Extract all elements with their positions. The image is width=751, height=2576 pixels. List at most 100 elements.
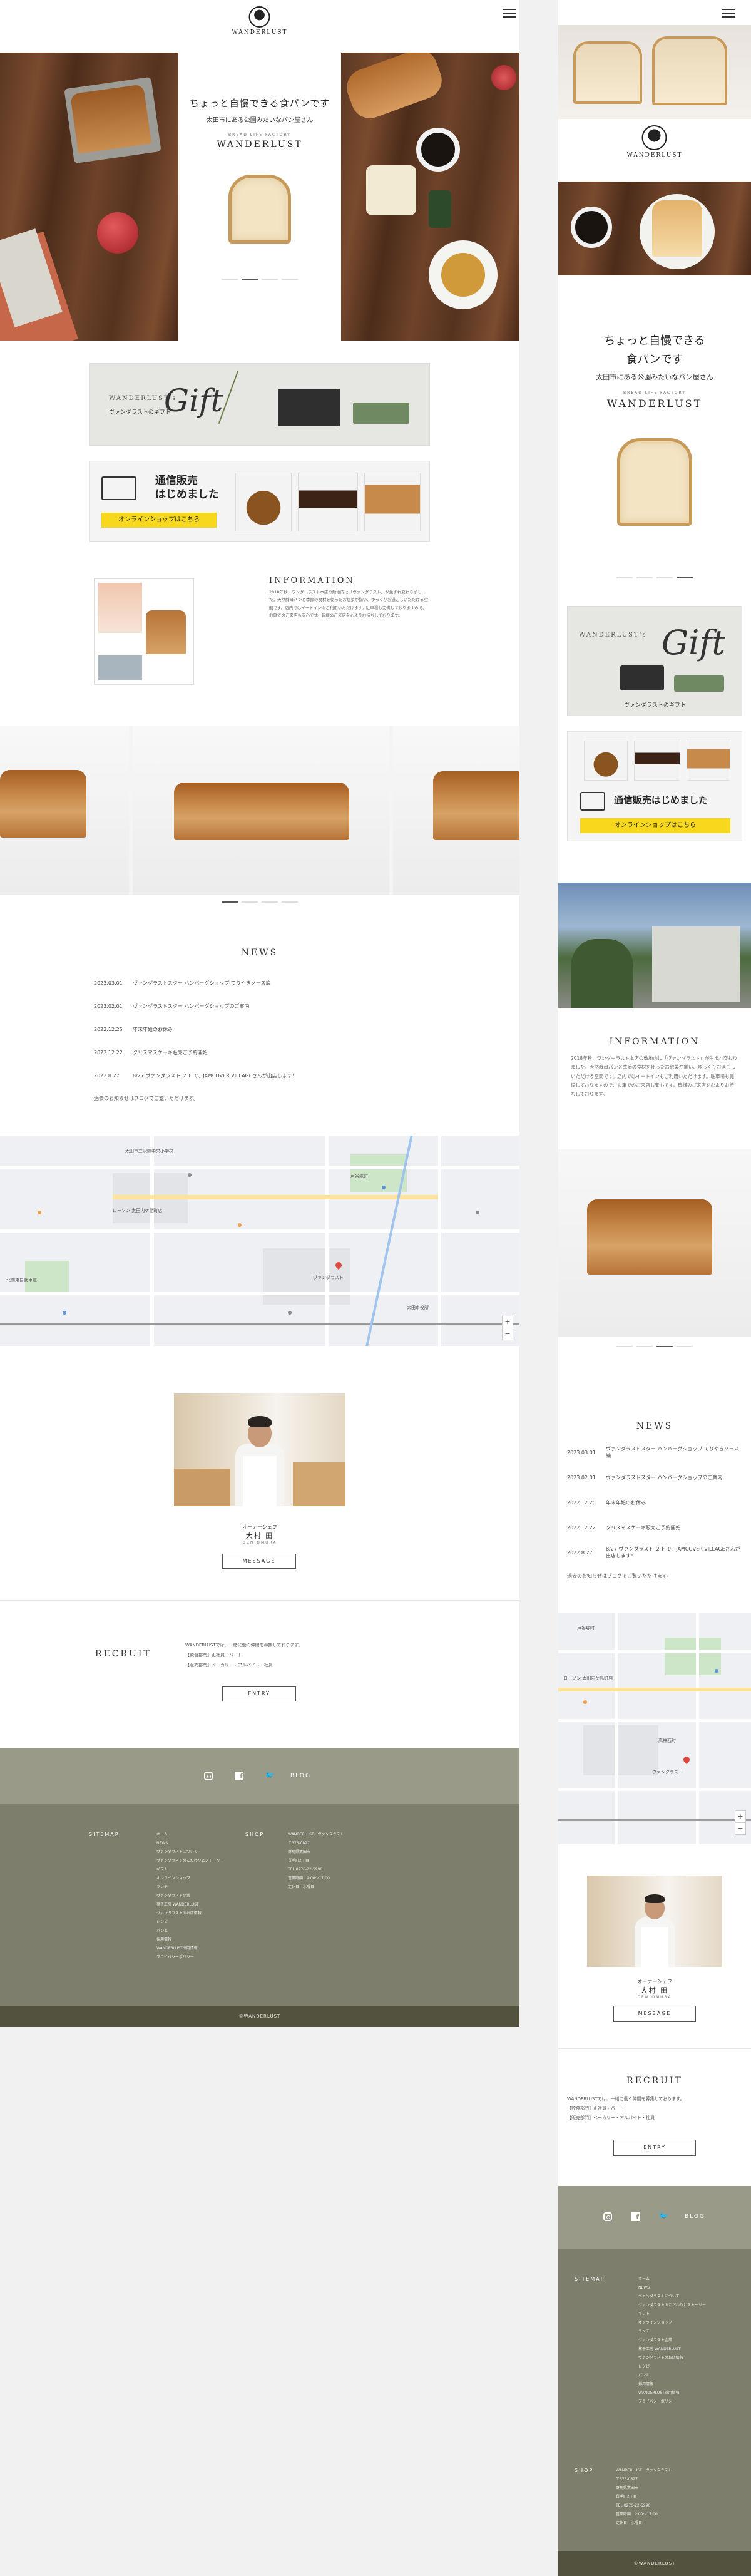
sitemap-link[interactable]: ギフト xyxy=(638,2310,706,2319)
google-map[interactable]: 太田市立沢野中央小学校 ローソン 太田内ケ島町店 ヴァンダラスト 戸谷塚町 北関… xyxy=(0,1136,519,1346)
information-title: INFORMATION xyxy=(609,1037,700,1047)
site-footer: SITEMAP ホーム NEWS ヴァンダラストについて ヴァンダラストのこだわ… xyxy=(0,1804,519,2006)
map-label: 太田市役所 xyxy=(407,1305,429,1310)
mobile-logo[interactable]: WANDERLUST xyxy=(627,125,683,158)
sitemap-link[interactable]: 菓子工房 WANDERLUST xyxy=(156,1901,224,1909)
site-logo[interactable]: WANDERLUST xyxy=(232,6,288,36)
news-more-link[interactable]: 過去のお知らせはブログでご覧いただけます。 xyxy=(94,1095,432,1102)
instagram-icon[interactable] xyxy=(204,1772,213,1780)
sitemap-link[interactable]: プライバシーポリシー xyxy=(156,1953,224,1962)
slider-dot-active[interactable] xyxy=(222,901,238,903)
bread-loaf-image xyxy=(587,1199,712,1275)
map-zoom-out[interactable]: − xyxy=(502,1328,513,1340)
sitemap-link[interactable]: ヴァンダラストについて xyxy=(638,2292,706,2301)
blog-link[interactable]: BLOG xyxy=(685,2214,705,2220)
sitemap-link[interactable]: ヴァンダラストのお店情報 xyxy=(638,2354,706,2363)
facebook-icon[interactable]: f xyxy=(235,1772,243,1780)
twitter-icon[interactable]: 🐦 xyxy=(265,1772,275,1780)
gift-banner[interactable]: WANDERLUST's Gift ヴァンダラストのギフト xyxy=(567,606,742,716)
hero-dot[interactable] xyxy=(616,577,633,578)
hero-dot[interactable] xyxy=(222,279,238,280)
gift-box-image xyxy=(674,675,724,692)
sitemap-link[interactable]: ランチ xyxy=(156,1883,224,1892)
sitemap-link[interactable]: 採用情報 xyxy=(638,2380,706,2389)
map-label: 太田市立沢野中央小学校 xyxy=(125,1149,173,1154)
map-zoom-in[interactable]: + xyxy=(735,1810,746,1823)
slider-dot[interactable] xyxy=(282,901,298,903)
sitemap-link[interactable]: オンラインショップ xyxy=(638,2319,706,2327)
sitemap-link[interactable]: レシピ xyxy=(638,2363,706,2371)
news-item[interactable]: 2022.8.27 8/27 ヴァンダラスト ２ F で、JAMCOVER VIL… xyxy=(94,1064,432,1087)
entry-button[interactable]: ENTRY xyxy=(613,2140,696,2156)
blog-link[interactable]: BLOG xyxy=(290,1773,311,1779)
news-item[interactable]: 2022.8.27 8/27 ヴァンダラスト ２ F で、JAMCOVER VIL… xyxy=(567,1540,742,1565)
sitemap-link[interactable]: 採用情報 xyxy=(156,1936,224,1944)
news-item[interactable]: 2023.03.01 ヴァンダラストスター ハンバーグショップ てりやきソース編 xyxy=(94,972,432,995)
map-zoom-in[interactable]: + xyxy=(502,1316,513,1328)
sitemap-link[interactable]: WANDERLUST採用情報 xyxy=(638,2389,706,2398)
hero-dot[interactable] xyxy=(282,279,298,280)
cake-image xyxy=(235,473,292,531)
news-item[interactable]: 2022.12.25 年末年始のお休み xyxy=(567,1490,742,1515)
online-shop-button[interactable]: オンラインショップはこちら xyxy=(101,513,217,528)
hero-dot[interactable] xyxy=(262,279,278,280)
mail-order-banner[interactable]: 通信販売 はじめました オンラインショップはこちら xyxy=(89,461,430,542)
sitemap-link[interactable]: ヴァンダラストのお店情報 xyxy=(156,1909,224,1918)
news-item[interactable]: 2022.12.22 クリスマスケーキ販売ご予約開始 xyxy=(94,1041,432,1064)
twitter-icon[interactable]: 🐦 xyxy=(658,2212,668,2221)
sitemap-link[interactable]: 菓子工房 WANDERLUST xyxy=(638,2345,706,2354)
news-item[interactable]: 2023.02.01 ヴァンダラストスター ハンバーグショップのご案内 xyxy=(567,1465,742,1490)
sitemap-link[interactable]: WANDERLUST採用情報 xyxy=(156,1944,224,1953)
news-more-link[interactable]: 過去のお知らせはブログでご覧いただけます。 xyxy=(567,1573,742,1579)
sitemap-link[interactable]: パンと xyxy=(638,2371,706,2380)
chef-name: 大村 田 xyxy=(640,1986,669,1994)
message-button[interactable]: MESSAGE xyxy=(222,1554,296,1569)
sitemap-link[interactable]: パンと xyxy=(156,1927,224,1936)
slider-dot[interactable] xyxy=(616,1346,633,1347)
sitemap-link[interactable]: オンラインショップ xyxy=(156,1874,224,1883)
hero-catch: ちょっと自慢できる食パンです xyxy=(189,98,330,109)
gift-subtitle: ヴァンダラストのギフト xyxy=(624,702,686,709)
news-item[interactable]: 2023.03.01 ヴァンダラストスター ハンバーグショップ てりやきソース編 xyxy=(567,1440,742,1465)
sitemap-link[interactable]: ヴァンダラストについて xyxy=(156,1848,224,1857)
gift-word: Gift xyxy=(164,382,223,419)
sitemap-link[interactable]: ヴァンダラスト企業 xyxy=(638,2336,706,2345)
sitemap-link[interactable]: レシピ xyxy=(156,1918,224,1927)
sitemap-link[interactable]: ヴァンダラスト企業 xyxy=(156,1892,224,1901)
hero-dot-active[interactable] xyxy=(677,577,693,578)
slider-dot-active[interactable] xyxy=(656,1346,673,1347)
sitemap-link[interactable]: ランチ xyxy=(638,2327,706,2336)
slider-dot[interactable] xyxy=(677,1346,693,1347)
hero-subtitle: 太田市にある公園みたいなパン屋さん xyxy=(206,117,314,124)
menu-hamburger-icon[interactable] xyxy=(722,9,735,18)
mail-order-banner[interactable]: 通信販売はじめました オンラインショップはこちら xyxy=(567,731,742,841)
bread-box-image xyxy=(364,473,421,531)
news-item[interactable]: 2023.02.01 ヴァンダラストスター ハンバーグショップのご案内 xyxy=(94,995,432,1018)
hero-dot[interactable] xyxy=(636,577,653,578)
facebook-icon[interactable]: f xyxy=(631,2212,640,2221)
entry-button[interactable]: ENTRY xyxy=(222,1686,296,1701)
gift-banner[interactable]: WANDERLUST's Gift ヴァンダラストのギフト xyxy=(89,363,430,446)
hero-dot[interactable] xyxy=(656,577,673,578)
menu-hamburger-icon[interactable] xyxy=(503,9,516,18)
sitemap-link[interactable]: NEWS xyxy=(638,2284,706,2292)
online-shop-button[interactable]: オンラインショップはこちら xyxy=(580,818,730,833)
map-pin-icon[interactable] xyxy=(682,1755,692,1765)
sitemap-link[interactable]: プライバシーポリシー xyxy=(638,2398,706,2406)
slider-dot[interactable] xyxy=(636,1346,653,1347)
sitemap-link[interactable]: ホーム xyxy=(638,2275,706,2284)
sitemap-link[interactable]: ヴァンダラストのこだわりとストーリー xyxy=(638,2301,706,2310)
sitemap-link[interactable]: NEWS xyxy=(156,1839,224,1848)
sitemap-link[interactable]: ヴァンダラストのこだわりとストーリー xyxy=(156,1857,224,1865)
sitemap-link[interactable]: ギフト xyxy=(156,1865,224,1874)
slider-dot[interactable] xyxy=(262,901,278,903)
news-item[interactable]: 2022.12.22 クリスマスケーキ販売ご予約開始 xyxy=(567,1515,742,1540)
slider-dot[interactable] xyxy=(242,901,258,903)
map-zoom-out[interactable]: − xyxy=(735,1822,746,1835)
google-map[interactable]: 戸谷塚町 ローソン 太田内ケ島町店 ヴァンダラスト 高林西町 + − xyxy=(558,1613,751,1844)
hero-dot-active[interactable] xyxy=(242,279,258,280)
instagram-icon[interactable] xyxy=(603,2212,612,2221)
message-button[interactable]: MESSAGE xyxy=(613,2006,696,2022)
sitemap-link[interactable]: ホーム xyxy=(156,1830,224,1839)
news-item[interactable]: 2022.12.25 年末年始のお休み xyxy=(94,1018,432,1041)
